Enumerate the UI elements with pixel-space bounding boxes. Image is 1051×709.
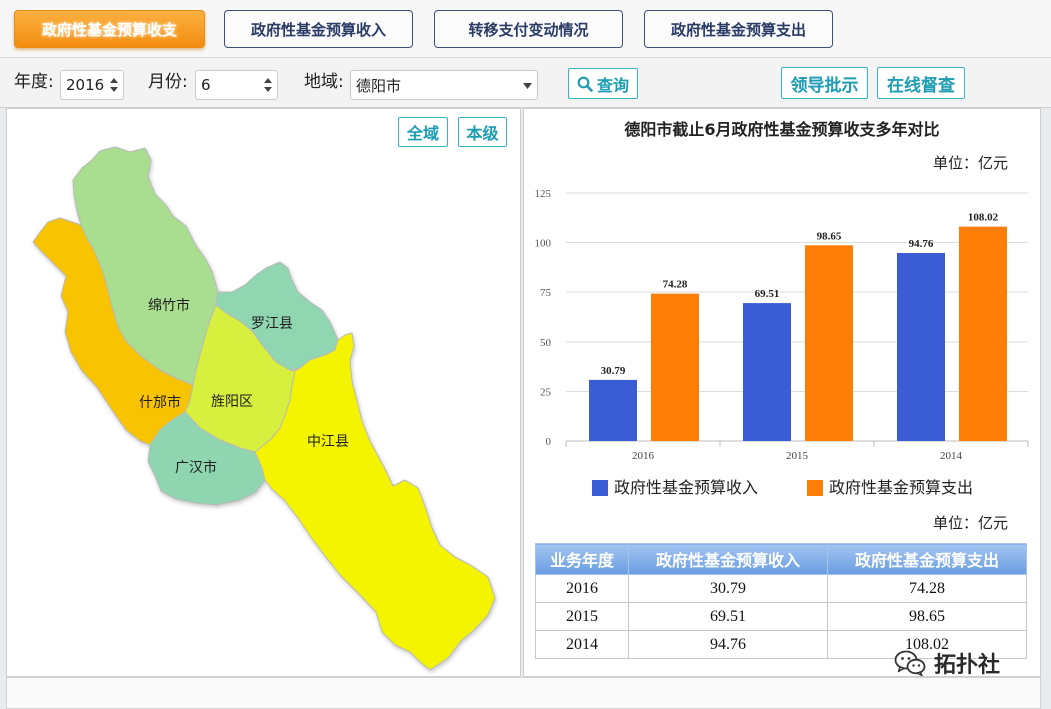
year-select-value: 2016 xyxy=(66,76,105,94)
data-label: 69.51 xyxy=(755,288,780,300)
bar-chart: 0 25 50 75 100 125 2016 30.79 74.28 2015 69.51 98.6… xyxy=(535,188,1029,462)
table-cell-year: 2014 xyxy=(535,630,629,659)
y-tick-label: 50 xyxy=(540,337,552,349)
caret-down-icon xyxy=(523,83,532,89)
table-cell-income: 30.79 xyxy=(628,574,828,603)
legend-item-income[interactable]: 政府性基金预算收入 xyxy=(592,478,762,498)
data-label: 108.02 xyxy=(968,212,999,224)
bar-income-2014 xyxy=(897,252,945,441)
map-label-jingyang: 旌阳区 xyxy=(211,394,253,410)
online-supervision-label: 在线督查 xyxy=(887,75,955,96)
bar-income-2016 xyxy=(589,379,637,441)
spinner-arrows-icon xyxy=(264,78,272,92)
year-label: 年度: xyxy=(14,72,54,92)
tab-label: 政府性基金预算收支 xyxy=(41,20,177,39)
tab-fund-budget-overview[interactable]: 政府性基金预算收支 xyxy=(14,10,205,48)
chart-panel: 德阳市截止6月政府性基金预算收支多年对比 单位：亿元 0 25 50 75 100 125… xyxy=(523,108,1041,677)
table-cell-year: 2015 xyxy=(535,602,629,631)
scope-local-button[interactable]: 本级 xyxy=(458,117,507,147)
region-label: 地域: xyxy=(304,72,344,92)
bar-income-2015 xyxy=(743,303,791,441)
leader-instruction-button[interactable]: 领导批示 xyxy=(781,67,868,99)
x-tick-label: 2014 xyxy=(940,450,963,462)
top-tab-bar: 政府性基金预算收支 政府性基金预算收入 转移支付变动情况 政府性基金预算支出 xyxy=(0,0,1051,58)
month-label: 月份: xyxy=(148,72,188,92)
scope-all-label: 全域 xyxy=(406,124,439,143)
legend-item-expenditure[interactable]: 政府性基金预算支出 xyxy=(807,478,977,498)
tab-fund-budget-expenditure[interactable]: 政府性基金预算支出 xyxy=(644,10,833,48)
y-tick-label: 125 xyxy=(535,188,552,200)
y-tick-label: 100 xyxy=(535,238,552,250)
map-label-shifang: 什邡市 xyxy=(139,394,181,411)
chart-title: 德阳市截止6月政府性基金预算收支多年对比 xyxy=(624,120,940,139)
legend-label-expenditure: 政府性基金预算支出 xyxy=(829,478,974,497)
map-label-mianzhu: 绵竹市 xyxy=(148,297,190,314)
data-label: 98.65 xyxy=(817,230,842,242)
leader-instruction-label: 领导批示 xyxy=(790,75,859,96)
data-label: 30.79 xyxy=(601,365,626,377)
region-select-value: 德阳市 xyxy=(356,76,402,95)
online-supervision-button[interactable]: 在线督查 xyxy=(877,67,965,99)
x-tick-label: 2015 xyxy=(786,450,809,462)
scope-local-label: 本级 xyxy=(466,124,499,143)
query-button-label: 查询 xyxy=(596,75,629,95)
tab-label: 转移支付变动情况 xyxy=(468,20,589,39)
table-cell-income: 69.51 xyxy=(628,602,828,631)
table-header-income: 政府性基金预算收入 xyxy=(628,543,828,575)
watermark: 拓扑社 xyxy=(894,648,1000,678)
table-cell-expenditure: 98.65 xyxy=(827,602,1027,631)
table-cell-year: 2016 xyxy=(535,574,629,603)
map-regions xyxy=(32,146,496,671)
table-row: 2015 69.51 98.65 xyxy=(535,602,1027,631)
table-row: 2016 30.79 74.28 xyxy=(535,574,1027,603)
legend-label-income: 政府性基金预算收入 xyxy=(614,478,759,497)
bottom-strip xyxy=(6,677,1041,709)
legend-swatch-income xyxy=(592,480,608,496)
chart-unit: 单位：亿元 xyxy=(932,154,1008,172)
bar-expenditure-2014 xyxy=(959,226,1007,441)
watermark-text: 拓扑社 xyxy=(934,653,1001,678)
tab-label: 政府性基金预算收入 xyxy=(250,20,386,39)
table-header-year: 业务年度 xyxy=(535,543,629,575)
x-tick-label: 2016 xyxy=(632,450,655,462)
budget-table: 业务年度 政府性基金预算收入 政府性基金预算支出 2016 30.79 74.2… xyxy=(535,543,1027,659)
wechat-icon xyxy=(894,650,926,677)
table-header-expenditure: 政府性基金预算支出 xyxy=(827,543,1027,575)
y-tick-label: 0 xyxy=(546,436,552,448)
tab-label: 政府性基金预算支出 xyxy=(670,20,806,39)
month-select-value: 6 xyxy=(201,76,211,94)
map-panel: 绵竹市 什邡市 罗江县 旌阳区 广汉市 中江县 全域 本级 xyxy=(6,108,521,677)
scope-all-button[interactable]: 全域 xyxy=(398,117,448,147)
map-label-zhongjiang: 中江县 xyxy=(307,434,349,450)
spinner-arrows-icon xyxy=(110,78,118,92)
query-button[interactable]: 查询 xyxy=(568,68,638,99)
tab-transfer-payment-changes[interactable]: 转移支付变动情况 xyxy=(434,10,623,48)
search-icon xyxy=(577,76,593,92)
month-select[interactable]: 6 xyxy=(195,70,278,100)
legend-swatch-expenditure xyxy=(807,480,823,496)
region-map: 绵竹市 什邡市 罗江县 旌阳区 广汉市 中江县 xyxy=(32,146,496,671)
map-label-luojiang: 罗江县 xyxy=(251,316,293,332)
map-label-guanghan: 广汉市 xyxy=(175,459,217,476)
year-select[interactable]: 2016 xyxy=(60,70,124,100)
table-cell-income: 94.76 xyxy=(628,630,828,659)
y-tick-label: 25 xyxy=(540,386,552,398)
filter-bar: 年度: 2016 月份: 6 地域: 德阳市 查询 领导批示 在线督查 xyxy=(0,58,1051,108)
table-unit: 单位：亿元 xyxy=(932,514,1008,532)
table-header-row: 业务年度 政府性基金预算收入 政府性基金预算支出 xyxy=(535,543,1027,575)
bar-expenditure-2016 xyxy=(651,293,699,441)
region-select[interactable]: 德阳市 xyxy=(350,70,538,100)
data-label: 94.76 xyxy=(909,238,934,250)
data-label: 74.28 xyxy=(663,279,688,291)
y-tick-label: 75 xyxy=(540,287,552,299)
bar-expenditure-2015 xyxy=(805,245,853,441)
tab-fund-budget-income[interactable]: 政府性基金预算收入 xyxy=(224,10,413,48)
table-cell-expenditure: 74.28 xyxy=(827,574,1027,603)
